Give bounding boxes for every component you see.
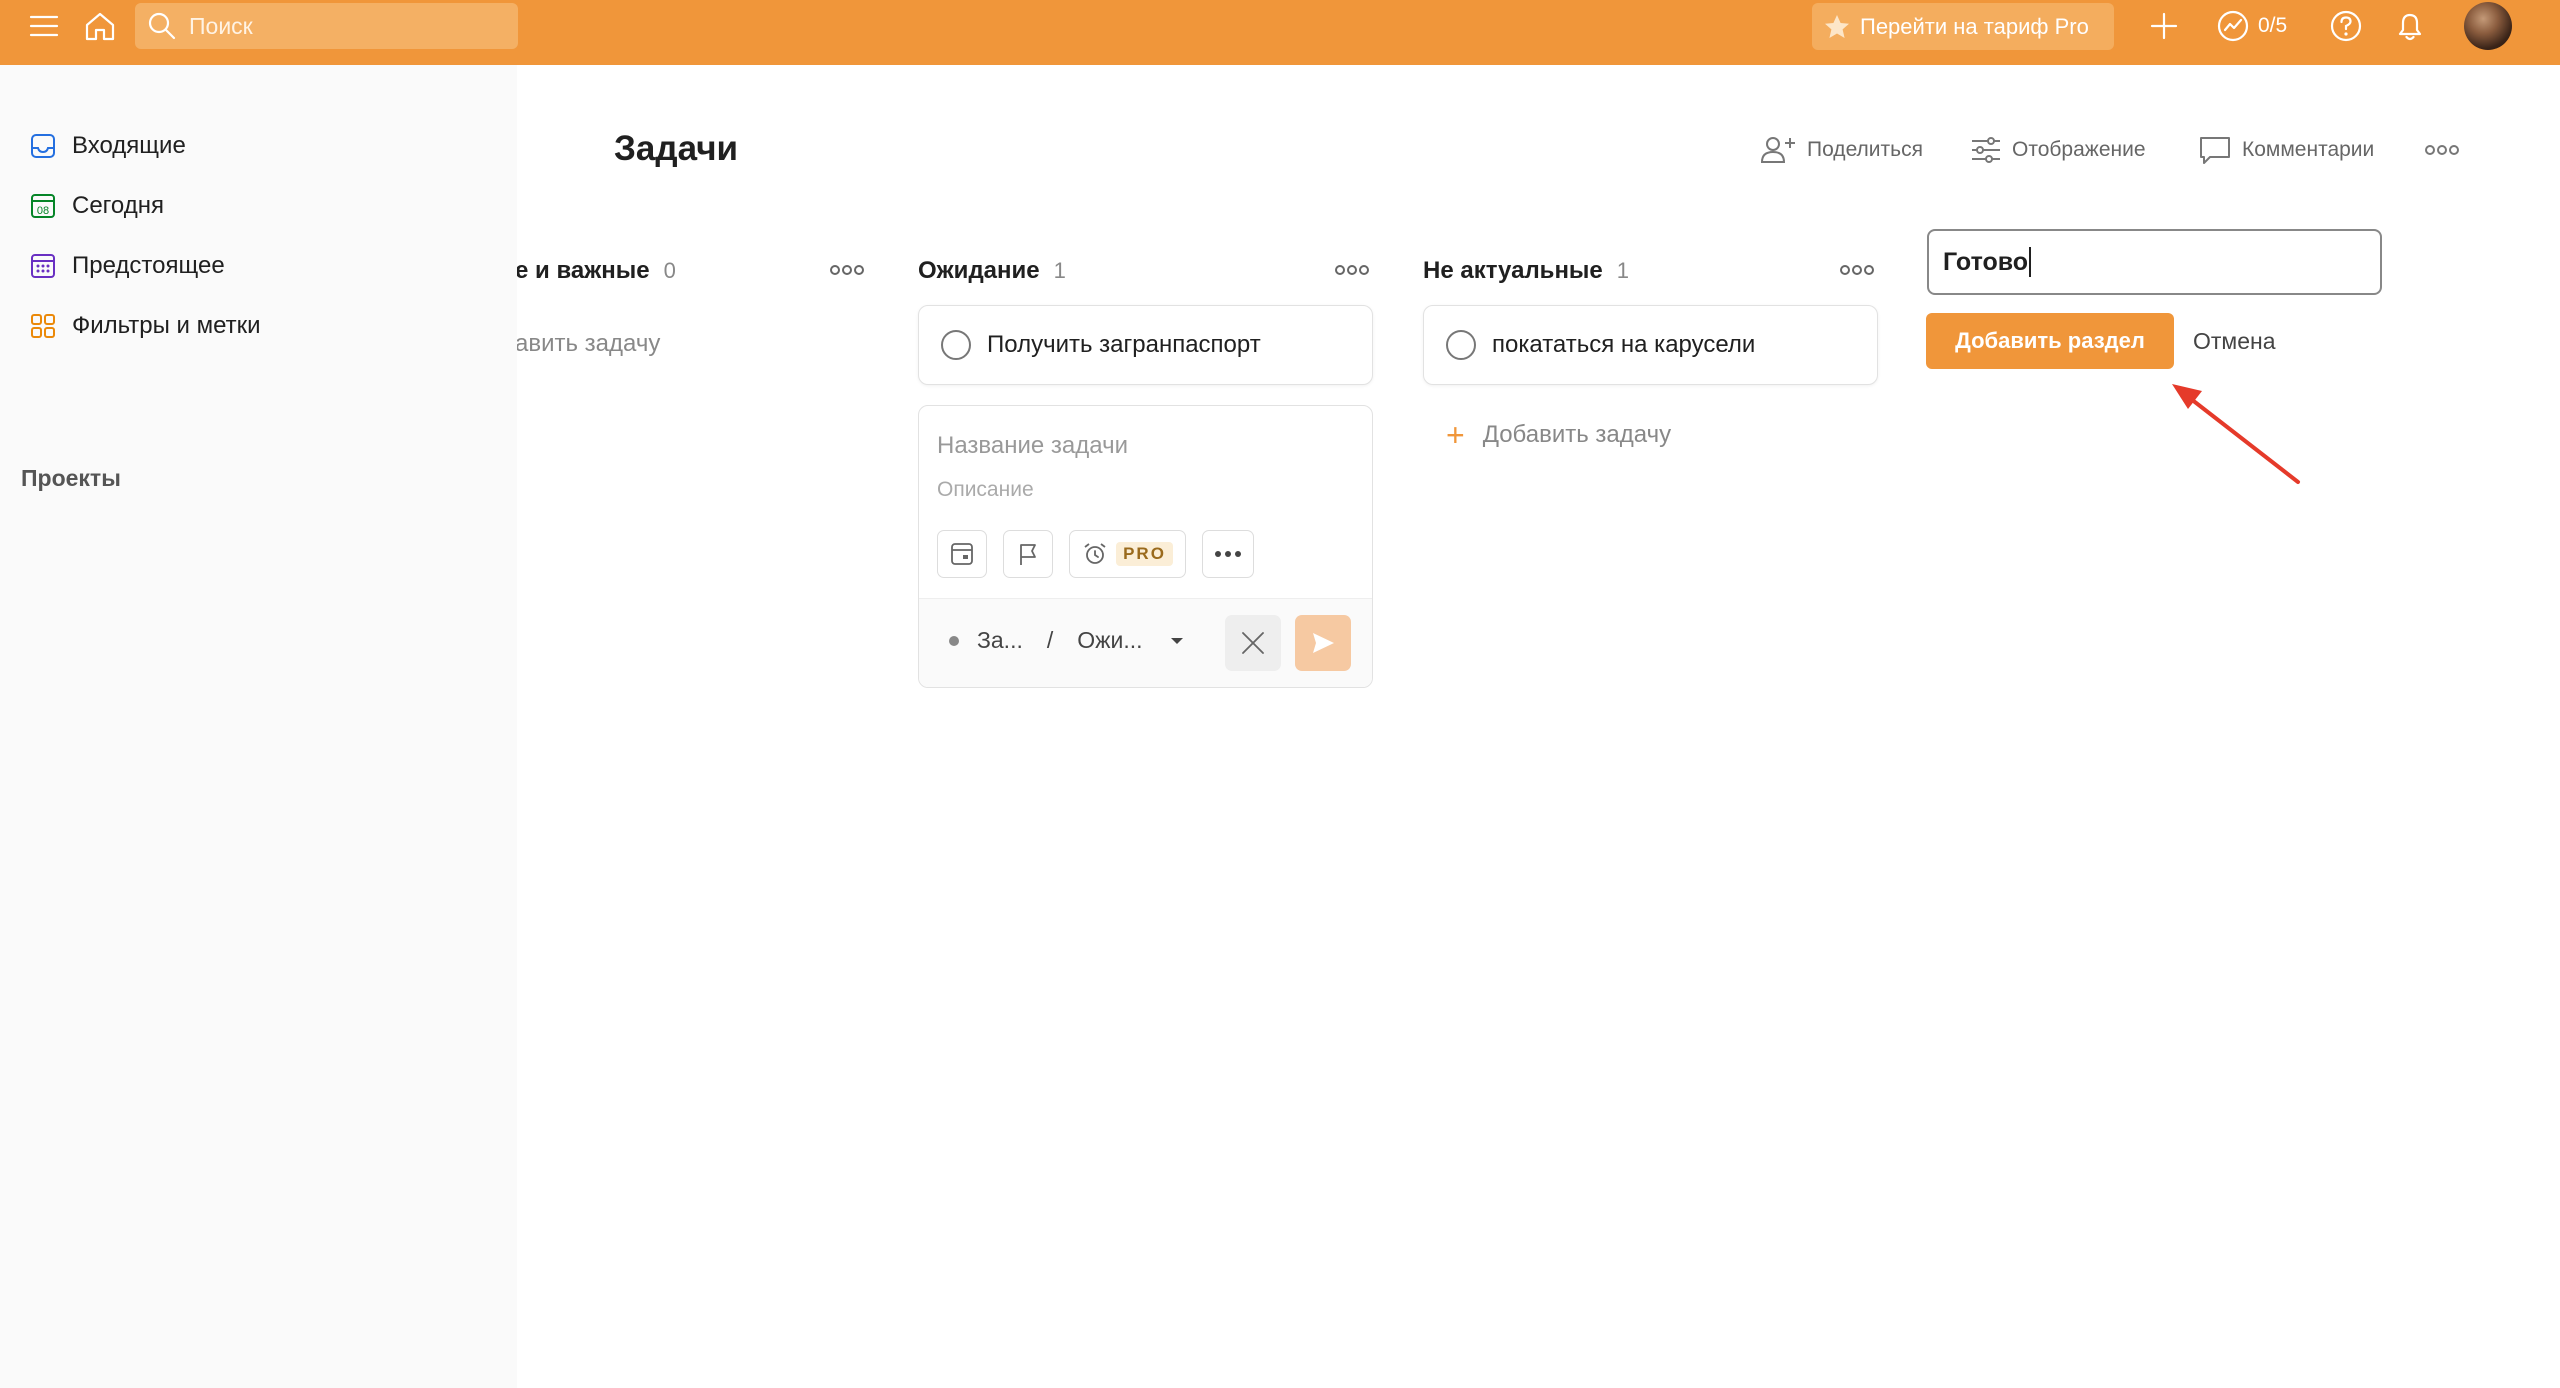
sidebar-item-today[interactable]: 08 Сегодня <box>28 186 164 226</box>
add-task-button[interactable]: авить задачу <box>517 324 660 364</box>
sidebar: Входящие 08 Сегодня Предстоящее Фильтры … <box>0 65 517 1388</box>
project-name: За... <box>977 627 1023 653</box>
add-task-label: авить задачу <box>517 330 661 357</box>
star-icon <box>1825 14 1849 38</box>
calendar-today-icon: 08 <box>28 191 58 221</box>
comment-icon <box>2200 137 2230 164</box>
pro-badge: PRO <box>1116 542 1173 566</box>
task-name-input[interactable]: Название задачи <box>937 432 1128 460</box>
reminders-button[interactable]: PRO <box>1069 530 1186 578</box>
upgrade-pro-label: Перейти на тариф Pro <box>1860 13 2089 39</box>
section-name-value: Готово <box>1943 247 2029 276</box>
priority-button[interactable] <box>1003 530 1053 578</box>
more-actions-button[interactable] <box>1202 530 1254 578</box>
close-icon <box>1242 632 1264 654</box>
task-title: покататься на карусели <box>1492 331 1756 358</box>
sidebar-item-label: Входящие <box>72 132 186 159</box>
share-button[interactable]: Поделиться <box>1759 130 1923 170</box>
plus-icon: + <box>1446 416 1465 453</box>
page-title: Задачи <box>614 129 739 168</box>
section-title: Ожидание <box>918 257 1040 284</box>
task-editor: Название задачи Описание PRO За... / Ожи… <box>918 405 1373 688</box>
calendar-upcoming-icon <box>28 251 58 281</box>
filters-grid-icon <box>28 311 58 341</box>
task-card[interactable]: Получить загранпаспорт <box>918 305 1373 385</box>
view-button[interactable]: Отображение <box>1970 130 2146 170</box>
add-task-button[interactable]: + Добавить задачу <box>1446 415 1671 455</box>
sidebar-item-filters[interactable]: Фильтры и метки <box>28 306 261 346</box>
project-separator: / <box>1046 627 1054 653</box>
task-description-input[interactable]: Описание <box>937 478 1034 502</box>
productivity-icon <box>2217 10 2249 42</box>
cancel-task-button[interactable] <box>1225 615 1281 671</box>
top-bar: Поиск Перейти на тариф Pro 0/5 <box>0 0 2560 65</box>
search-input[interactable]: Поиск <box>135 3 518 49</box>
add-task-label: Добавить задачу <box>1482 421 1672 448</box>
sidebar-item-label: Фильтры и метки <box>72 312 261 339</box>
avatar[interactable] <box>2464 2 2512 50</box>
sidebar-item-label: Сегодня <box>72 192 164 219</box>
comments-button[interactable]: Комментарии <box>2198 130 2374 170</box>
send-icon <box>1313 633 1334 653</box>
section-count: 0 <box>663 258 676 283</box>
bell-icon[interactable] <box>2390 6 2430 46</box>
alarm-clock-icon <box>1084 543 1106 564</box>
task-checkbox[interactable] <box>941 330 971 360</box>
share-label: Поделиться <box>1807 138 1923 161</box>
task-card[interactable]: покататься на карусели <box>1423 305 1878 385</box>
calendar-icon <box>951 543 973 565</box>
projects-heading[interactable]: Проекты <box>21 465 121 492</box>
section-name: Ожи... <box>1077 627 1143 653</box>
task-editor-footer: За... / Ожи... <box>919 598 1372 687</box>
sidebar-item-inbox[interactable]: Входящие <box>28 126 186 166</box>
section-count: 1 <box>1616 258 1630 283</box>
comments-label: Комментарии <box>2242 138 2375 161</box>
sidebar-item-label: Предстоящее <box>72 252 225 279</box>
karma-count: 0/5 <box>2258 14 2288 37</box>
project-selector[interactable]: За... / Ожи... <box>949 627 1185 654</box>
home-icon[interactable] <box>80 6 120 46</box>
main-content: Задачи Поделиться Отображение Комментари… <box>517 65 2560 1388</box>
view-label: Отображение <box>2012 138 2146 161</box>
search-placeholder: Поиск <box>189 12 253 39</box>
add-section-button[interactable]: Добавить раздел <box>1926 313 2174 369</box>
section-title: е и важные <box>517 257 650 284</box>
cancel-section-button[interactable]: Отмена <box>2193 313 2276 369</box>
section-header[interactable]: е и важные 0 <box>517 251 676 291</box>
section-more-icon[interactable] <box>1332 255 1372 285</box>
flag-icon <box>1020 544 1036 565</box>
due-date-button[interactable] <box>937 530 987 578</box>
add-person-icon <box>1760 137 1795 163</box>
search-icon <box>148 12 176 40</box>
section-header[interactable]: Не актуальные 1 <box>1423 251 1629 291</box>
inbox-icon <box>28 131 58 161</box>
upgrade-pro-button[interactable]: Перейти на тариф Pro <box>1812 3 2114 50</box>
section-title: Не актуальные <box>1423 257 1603 284</box>
section-name-input[interactable]: Готово <box>1927 229 2382 295</box>
task-title: Получить загранпаспорт <box>987 331 1261 358</box>
sidebar-item-upcoming[interactable]: Предстоящее <box>28 246 225 286</box>
chevron-down-icon <box>1170 637 1183 644</box>
text-caret <box>2029 247 2032 277</box>
task-checkbox[interactable] <box>1446 330 1476 360</box>
today-date: 08 <box>37 205 49 217</box>
ellipsis-icon <box>1215 551 1241 557</box>
help-icon[interactable] <box>2326 6 2366 46</box>
sliders-icon <box>1972 137 2000 163</box>
section-more-icon[interactable] <box>827 255 867 285</box>
more-options-icon[interactable] <box>2423 130 2471 170</box>
project-color-dot <box>949 635 959 646</box>
submit-task-button[interactable] <box>1295 615 1351 671</box>
section-count: 1 <box>1053 258 1066 283</box>
quick-add-icon[interactable] <box>2144 6 2184 46</box>
menu-icon[interactable] <box>24 8 64 44</box>
section-more-icon[interactable] <box>1837 255 1877 285</box>
productivity-button[interactable]: 0/5 <box>2216 10 2287 42</box>
section-header[interactable]: Ожидание 1 <box>918 251 1066 291</box>
